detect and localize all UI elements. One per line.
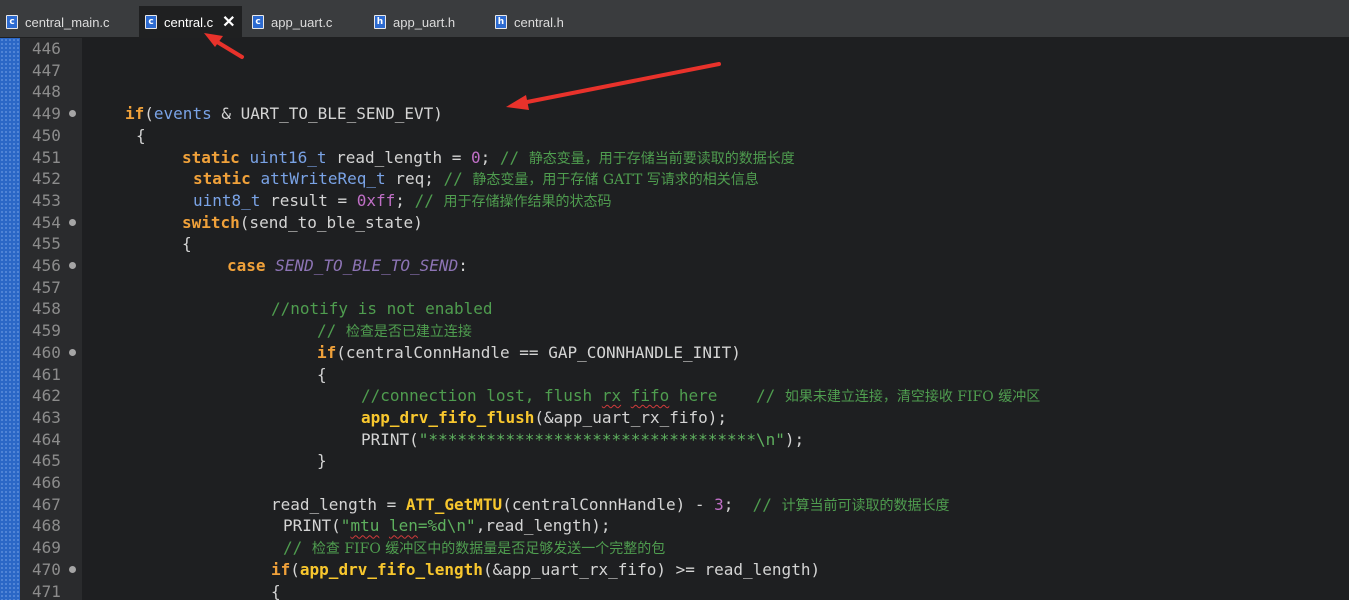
fold-marker-icon[interactable] [69, 262, 76, 269]
code-line-459: 459 // 检查是否已建立连接 [0, 320, 1349, 342]
line-number: 467 [32, 494, 61, 514]
line-number: 471 [32, 581, 61, 600]
fold-marker-icon[interactable] [69, 565, 76, 573]
code-text: if(events & UART_TO_BLE_SEND_EVT) [125, 104, 443, 124]
tab-central-main-c[interactable]: central_main.c [0, 6, 138, 38]
code-line-453: 453 uint8_t result = 0xff; // 用于存储操作结果的状态… [0, 190, 1349, 212]
code-text: } [317, 451, 327, 471]
code-line-469: 469 // 检查 FIFO 缓冲区中的数据量是否足够发送一个完整的包 [0, 537, 1349, 559]
code-text: if(centralConnHandle == GAP_CONNHANDLE_I… [317, 342, 741, 362]
line-number: 448 [32, 82, 61, 102]
fold-marker-icon[interactable] [69, 348, 76, 356]
line-number: 452 [32, 169, 61, 189]
code-text: //connection lost, flush rx fifo here //… [361, 386, 1041, 406]
fold-marker-icon[interactable] [69, 218, 76, 226]
code-text: if(app_drv_fifo_length(&app_uart_rx_fifo… [271, 559, 821, 579]
tab-label: app_uart.c [271, 14, 333, 30]
code-line-456: 456 case SEND_TO_BLE_TO_SEND: [0, 255, 1349, 277]
line-number: 463 [32, 407, 61, 427]
code-text: static attWriteReq_t req; // 静态变量，用于存储 G… [193, 169, 759, 189]
code-text: { [271, 581, 281, 600]
tab-label: central.h [514, 14, 564, 30]
code-line-467: 467 read_length = ATT_GetMTU(centralConnH… [0, 494, 1349, 516]
line-number: 449 [32, 104, 61, 124]
code-text: PRINT("mtu len=%d\n",read_length); [283, 516, 611, 536]
code-line-447: 447 [0, 60, 1349, 82]
line-number: 459 [32, 321, 61, 341]
code-line-461: 461 { [0, 364, 1349, 386]
code-line-452: 452 static attWriteReq_t req; // 静态变量，用于存… [0, 168, 1349, 190]
h-file-icon [495, 15, 507, 29]
h-file-icon [374, 15, 386, 29]
line-number: 451 [32, 147, 61, 167]
code-line-470: 470 if(app_drv_fifo_length(&app_uart_rx_f… [0, 559, 1349, 581]
code-line-471: 471 { [0, 581, 1349, 600]
line-number: 468 [32, 516, 61, 536]
line-number: 447 [32, 60, 61, 80]
code-line-455: 455 { [0, 233, 1349, 255]
line-number: 446 [32, 39, 61, 58]
code-text: { [136, 125, 146, 145]
tab-label: central.c [164, 14, 214, 30]
line-number: 462 [32, 386, 61, 406]
tab-central-c[interactable]: central.c ✕ [139, 6, 242, 38]
editor-tab-bar: central_main.c central.c ✕ app_uart.c ap… [0, 0, 1349, 38]
code-line-465: 465} [0, 450, 1349, 472]
tab-app-uart-c[interactable]: app_uart.c [246, 6, 362, 38]
line-number: 458 [32, 299, 61, 319]
c-file-icon [252, 15, 264, 29]
line-number: 456 [32, 256, 61, 275]
line-number: 461 [32, 364, 61, 384]
code-editor[interactable]: 446 447 448 449 if(events & UART_TO_BLE_S… [0, 38, 1349, 600]
line-number: 469 [32, 538, 61, 558]
code-line-450: 450 { [0, 125, 1349, 147]
line-number: 460 [32, 342, 61, 362]
code-line-462: 462 //connection lost, flush rx fifo here… [0, 385, 1349, 407]
c-file-icon [6, 15, 18, 29]
line-number: 457 [32, 277, 61, 297]
code-line-454: 454 switch(send_to_ble_state) [0, 212, 1349, 234]
code-text: read_length = ATT_GetMTU(centralConnHand… [271, 494, 950, 514]
code-text: switch(send_to_ble_state) [182, 212, 423, 232]
code-line-460: 460 if(centralConnHandle == GAP_CONNHANDL… [0, 342, 1349, 364]
code-line-464: 464 PRINT("******************************… [0, 429, 1349, 451]
tab-label: central_main.c [25, 14, 110, 30]
code-text: //notify is not enabled [271, 299, 493, 319]
tab-central-h[interactable]: central.h [489, 6, 599, 38]
line-number: 466 [32, 473, 61, 492]
code-line-468: 468 PRINT("mtu len=%d\n",read_length); [0, 515, 1349, 537]
code-text: { [317, 364, 327, 384]
code-line-458: 458 //notify is not enabled [0, 298, 1349, 320]
code-text: { [182, 234, 192, 254]
code-text: uint8_t result = 0xff; // 用于存储操作结果的状态码 [193, 190, 612, 210]
line-number: 454 [32, 212, 61, 232]
code-text: app_drv_fifo_flush(&app_uart_rx_fifo); [361, 407, 728, 427]
code-line-449: 449 if(events & UART_TO_BLE_SEND_EVT) [0, 103, 1349, 125]
line-number: 455 [32, 234, 61, 254]
tab-app-uart-h[interactable]: app_uart.h [368, 6, 486, 38]
code-text: // 检查是否已建立连接 [317, 321, 472, 341]
line-number: 450 [32, 125, 61, 145]
line-number: 470 [32, 559, 61, 579]
line-number: 453 [32, 190, 61, 210]
line-number: 464 [32, 429, 61, 449]
fold-marker-icon[interactable] [69, 110, 76, 118]
code-text: PRINT("*********************************… [361, 429, 805, 449]
code-line-466: 466 [0, 472, 1349, 494]
code-text: case SEND_TO_BLE_TO_SEND: [227, 256, 468, 275]
line-number: 465 [32, 451, 61, 471]
close-icon[interactable]: ✕ [222, 12, 235, 32]
code-line-446: 446 [0, 38, 1349, 60]
c-file-icon [145, 15, 157, 29]
code-line-463: 463 app_drv_fifo_flush(&app_uart_rx_fifo)… [0, 407, 1349, 429]
code-line-448: 448 [0, 81, 1349, 103]
tab-label: app_uart.h [393, 14, 456, 30]
code-line-457: 457 [0, 277, 1349, 299]
code-line-451: 451 static uint16_t read_length = 0; // 静… [0, 147, 1349, 169]
code-text: // 检查 FIFO 缓冲区中的数据量是否足够发送一个完整的包 [283, 538, 666, 558]
code-text: static uint16_t read_length = 0; // 静态变量… [182, 147, 795, 167]
